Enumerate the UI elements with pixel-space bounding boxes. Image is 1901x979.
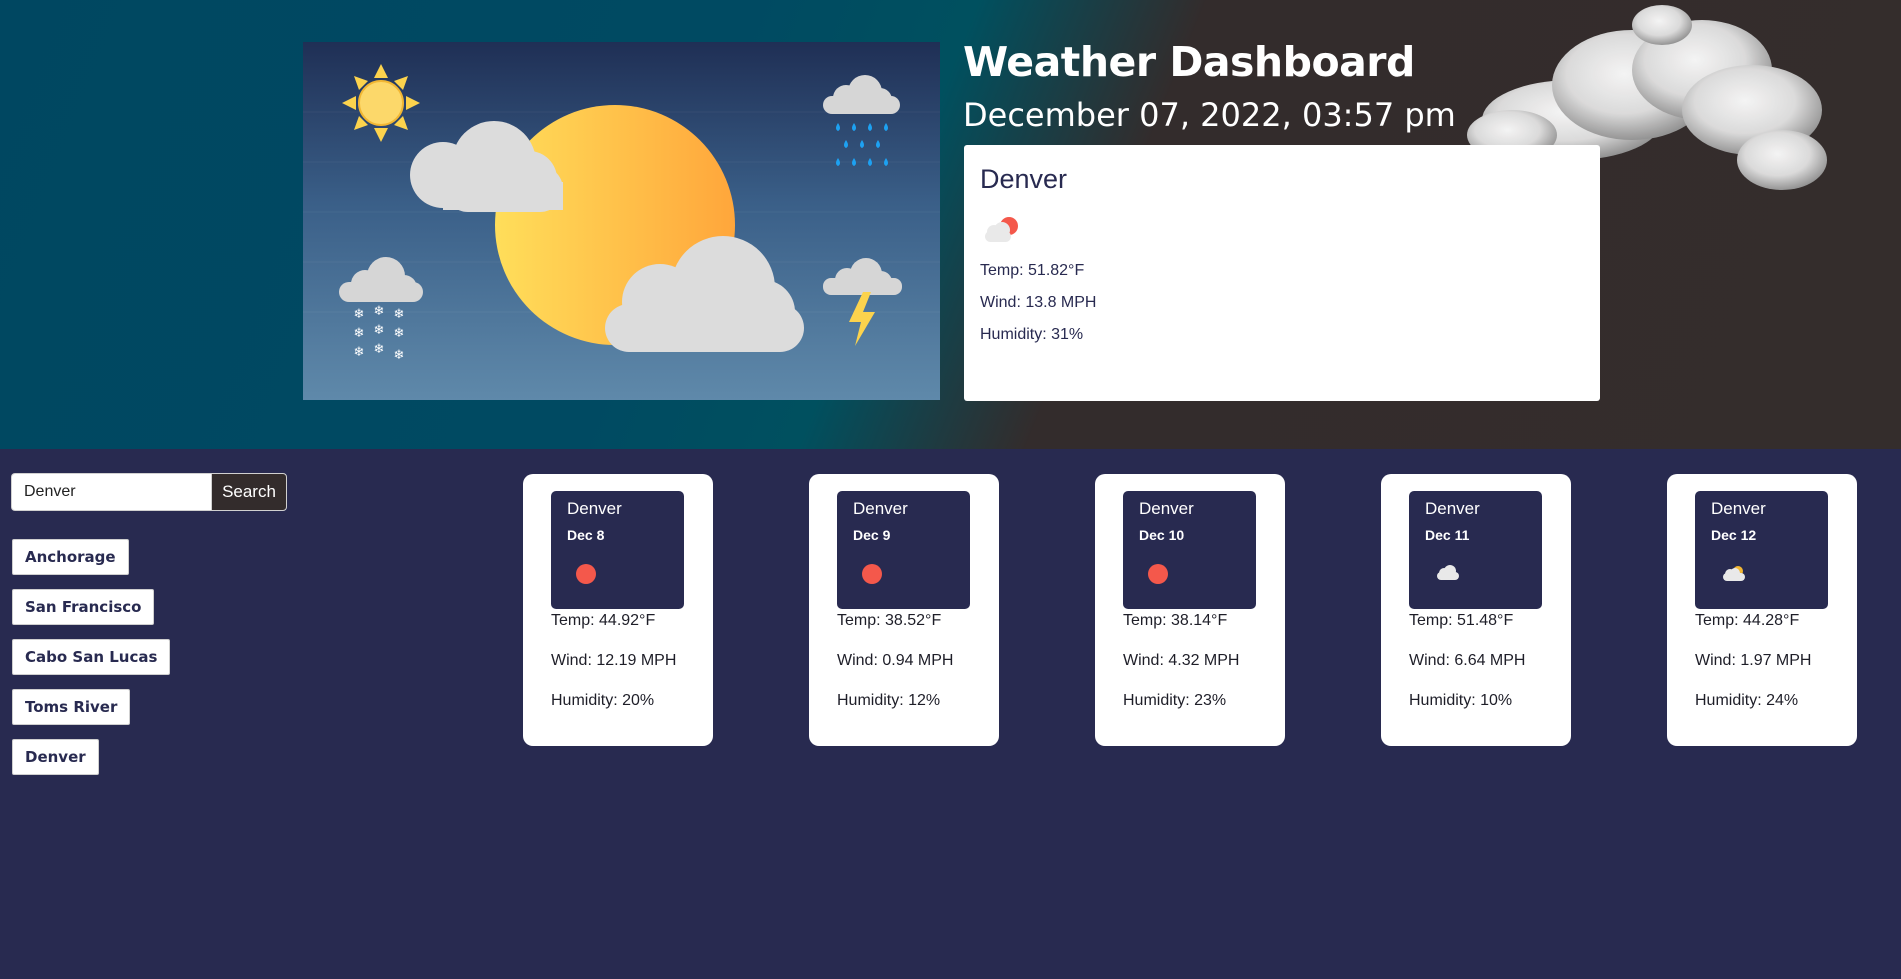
forecast-date: Dec 10 xyxy=(1139,527,1185,543)
svg-text:❄: ❄ xyxy=(354,345,365,360)
svg-text:❄: ❄ xyxy=(394,307,405,322)
forecast-date: Dec 8 xyxy=(567,527,605,543)
forecast-humidity: Humidity: 20% xyxy=(551,692,655,709)
forecast-card-header: Denver Dec 8 xyxy=(551,491,684,609)
history-button-anchorage[interactable]: Anchorage xyxy=(12,539,129,575)
search-history-list: Anchorage San Francisco Cabo San Lucas T… xyxy=(12,539,171,789)
svg-text:❄: ❄ xyxy=(354,307,365,322)
search-form: Search xyxy=(11,473,287,511)
page-title: Weather Dashboard xyxy=(963,38,1415,86)
cloud-icon xyxy=(1437,565,1459,580)
svg-text:❄: ❄ xyxy=(374,342,385,357)
forecast-city: Denver xyxy=(1139,499,1194,518)
forecast-wind: Wind: 1.97 MPH xyxy=(1695,652,1812,669)
forecast-card-header: Denver Dec 9 xyxy=(837,491,970,609)
forecast-temp: Temp: 44.28°F xyxy=(1695,612,1800,629)
forecast-card-day-5: Denver Dec 12 Temp: 44.28°F Wind: 1.97 M… xyxy=(1667,474,1857,746)
current-weather-card: Denver Temp: 51.82°F Wind: 13.8 MPH Humi… xyxy=(964,145,1600,401)
forecast-humidity: Humidity: 10% xyxy=(1409,692,1513,709)
forecast-city: Denver xyxy=(1711,499,1766,518)
forecast-card-day-1: Denver Dec 8 Temp: 44.92°F Wind: 12.19 M… xyxy=(523,474,713,746)
svg-text:❄: ❄ xyxy=(394,326,405,341)
forecast-wind: Wind: 0.94 MPH xyxy=(837,652,954,669)
forecast-humidity: Humidity: 12% xyxy=(837,692,941,709)
svg-text:❄: ❄ xyxy=(354,326,365,341)
forecast-city: Denver xyxy=(567,499,622,518)
forecast-wind: Wind: 12.19 MPH xyxy=(551,652,677,669)
history-button-san-francisco[interactable]: San Francisco xyxy=(12,589,155,625)
forecast-city: Denver xyxy=(1425,499,1480,518)
forecast-card-header: Denver Dec 10 xyxy=(1123,491,1256,609)
current-humidity: Humidity: 31% xyxy=(980,326,1084,343)
city-search-input[interactable] xyxy=(11,473,211,511)
history-button-toms-river[interactable]: Toms River xyxy=(12,689,131,725)
partly-cloudy-icon xyxy=(1723,566,1745,581)
forecast-date: Dec 11 xyxy=(1425,527,1470,543)
forecast-card-day-4: Denver Dec 11 Temp: 51.48°F Wind: 6.64 M… xyxy=(1381,474,1571,746)
forecast-card-header: Denver Dec 11 xyxy=(1409,491,1542,609)
svg-text:❄: ❄ xyxy=(374,304,385,319)
forecast-temp: Temp: 44.92°F xyxy=(551,612,656,629)
current-datetime: December 07, 2022, 03:57 pm xyxy=(963,96,1456,134)
search-button[interactable]: Search xyxy=(211,473,287,511)
current-temp: Temp: 51.82°F xyxy=(980,262,1085,279)
weather-illustration: ❄ ❄ ❄ ❄ ❄ ❄ ❄ ❄ ❄ xyxy=(303,42,940,400)
current-city-name: Denver xyxy=(980,164,1068,194)
forecast-temp: Temp: 38.14°F xyxy=(1123,612,1228,629)
forecast-temp: Temp: 38.52°F xyxy=(837,612,942,629)
partly-cloudy-sun-icon xyxy=(985,217,1018,242)
history-button-denver[interactable]: Denver xyxy=(12,739,99,775)
forecast-wind: Wind: 6.64 MPH xyxy=(1409,652,1526,669)
clear-sun-icon xyxy=(862,564,882,584)
svg-text:❄: ❄ xyxy=(374,323,385,338)
forecast-card-header: Denver Dec 12 xyxy=(1695,491,1828,609)
history-button-cabo-san-lucas[interactable]: Cabo San Lucas xyxy=(12,639,171,675)
forecast-card-day-2: Denver Dec 9 Temp: 38.52°F Wind: 0.94 MP… xyxy=(809,474,999,746)
forecast-temp: Temp: 51.48°F xyxy=(1409,612,1514,629)
current-wind: Wind: 13.8 MPH xyxy=(980,294,1097,311)
forecast-humidity: Humidity: 24% xyxy=(1695,692,1799,709)
forecast-city: Denver xyxy=(853,499,908,518)
forecast-date: Dec 9 xyxy=(853,527,891,543)
forecast-humidity: Humidity: 23% xyxy=(1123,692,1227,709)
forecast-wind: Wind: 4.32 MPH xyxy=(1123,652,1240,669)
clear-sun-icon xyxy=(576,564,596,584)
svg-text:❄: ❄ xyxy=(394,348,405,363)
clear-sun-icon xyxy=(1148,564,1168,584)
forecast-card-day-3: Denver Dec 10 Temp: 38.14°F Wind: 4.32 M… xyxy=(1095,474,1285,746)
header-banner: ❄ ❄ ❄ ❄ ❄ ❄ ❄ ❄ ❄ Weather Dashboard Dece… xyxy=(0,0,1901,449)
forecast-date: Dec 12 xyxy=(1711,527,1757,543)
